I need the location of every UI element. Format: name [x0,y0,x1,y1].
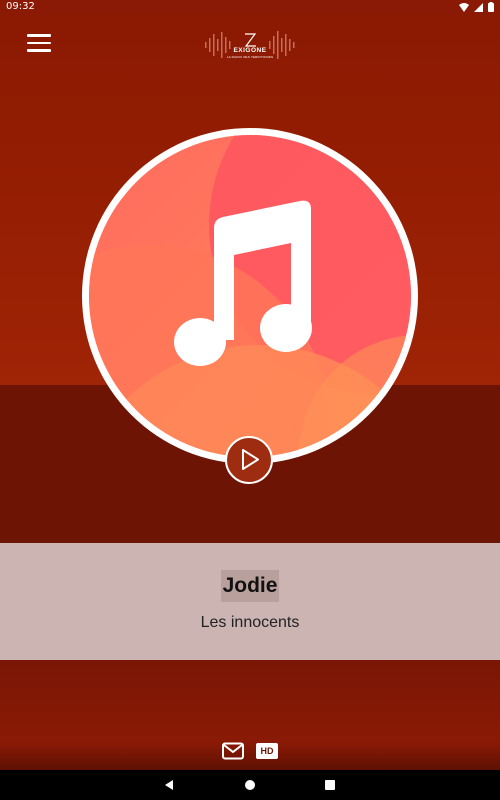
hamburger-menu-icon-line [27,49,51,52]
mail-icon [222,742,244,760]
song-artist: Les innocents [200,614,300,631]
play-button[interactable] [225,436,273,484]
mail-button[interactable] [222,742,244,760]
hamburger-menu-icon [27,34,51,37]
back-icon[interactable] [163,779,175,791]
wifi-icon [459,2,469,12]
status-time: 09:32 [6,1,35,12]
album-cover-art [89,135,411,457]
song-title-text: Jodie [220,570,280,602]
logo-subtext: LA RADIO DES TERRITOIRES [226,55,274,59]
music-note-icon [89,135,411,457]
recent-apps-icon[interactable] [325,780,335,790]
song-title: Jodie [0,570,500,602]
home-icon[interactable] [245,780,255,790]
hd-quality-button[interactable]: HD [256,743,278,759]
station-logo: EXIGONE LA RADIO DES TERRITOIRES [200,24,300,66]
status-icons [459,2,494,12]
status-bar: 09:32 [0,0,500,14]
hamburger-menu-icon-line [27,41,51,44]
soundwave-logo-icon [205,31,295,59]
logo-text: EXIGONE [233,47,267,54]
album-cover [82,128,418,464]
play-icon [242,449,259,470]
battery-icon [488,2,494,12]
menu-button[interactable] [27,34,51,56]
signal-icon [474,2,483,12]
footer-background [0,660,500,770]
